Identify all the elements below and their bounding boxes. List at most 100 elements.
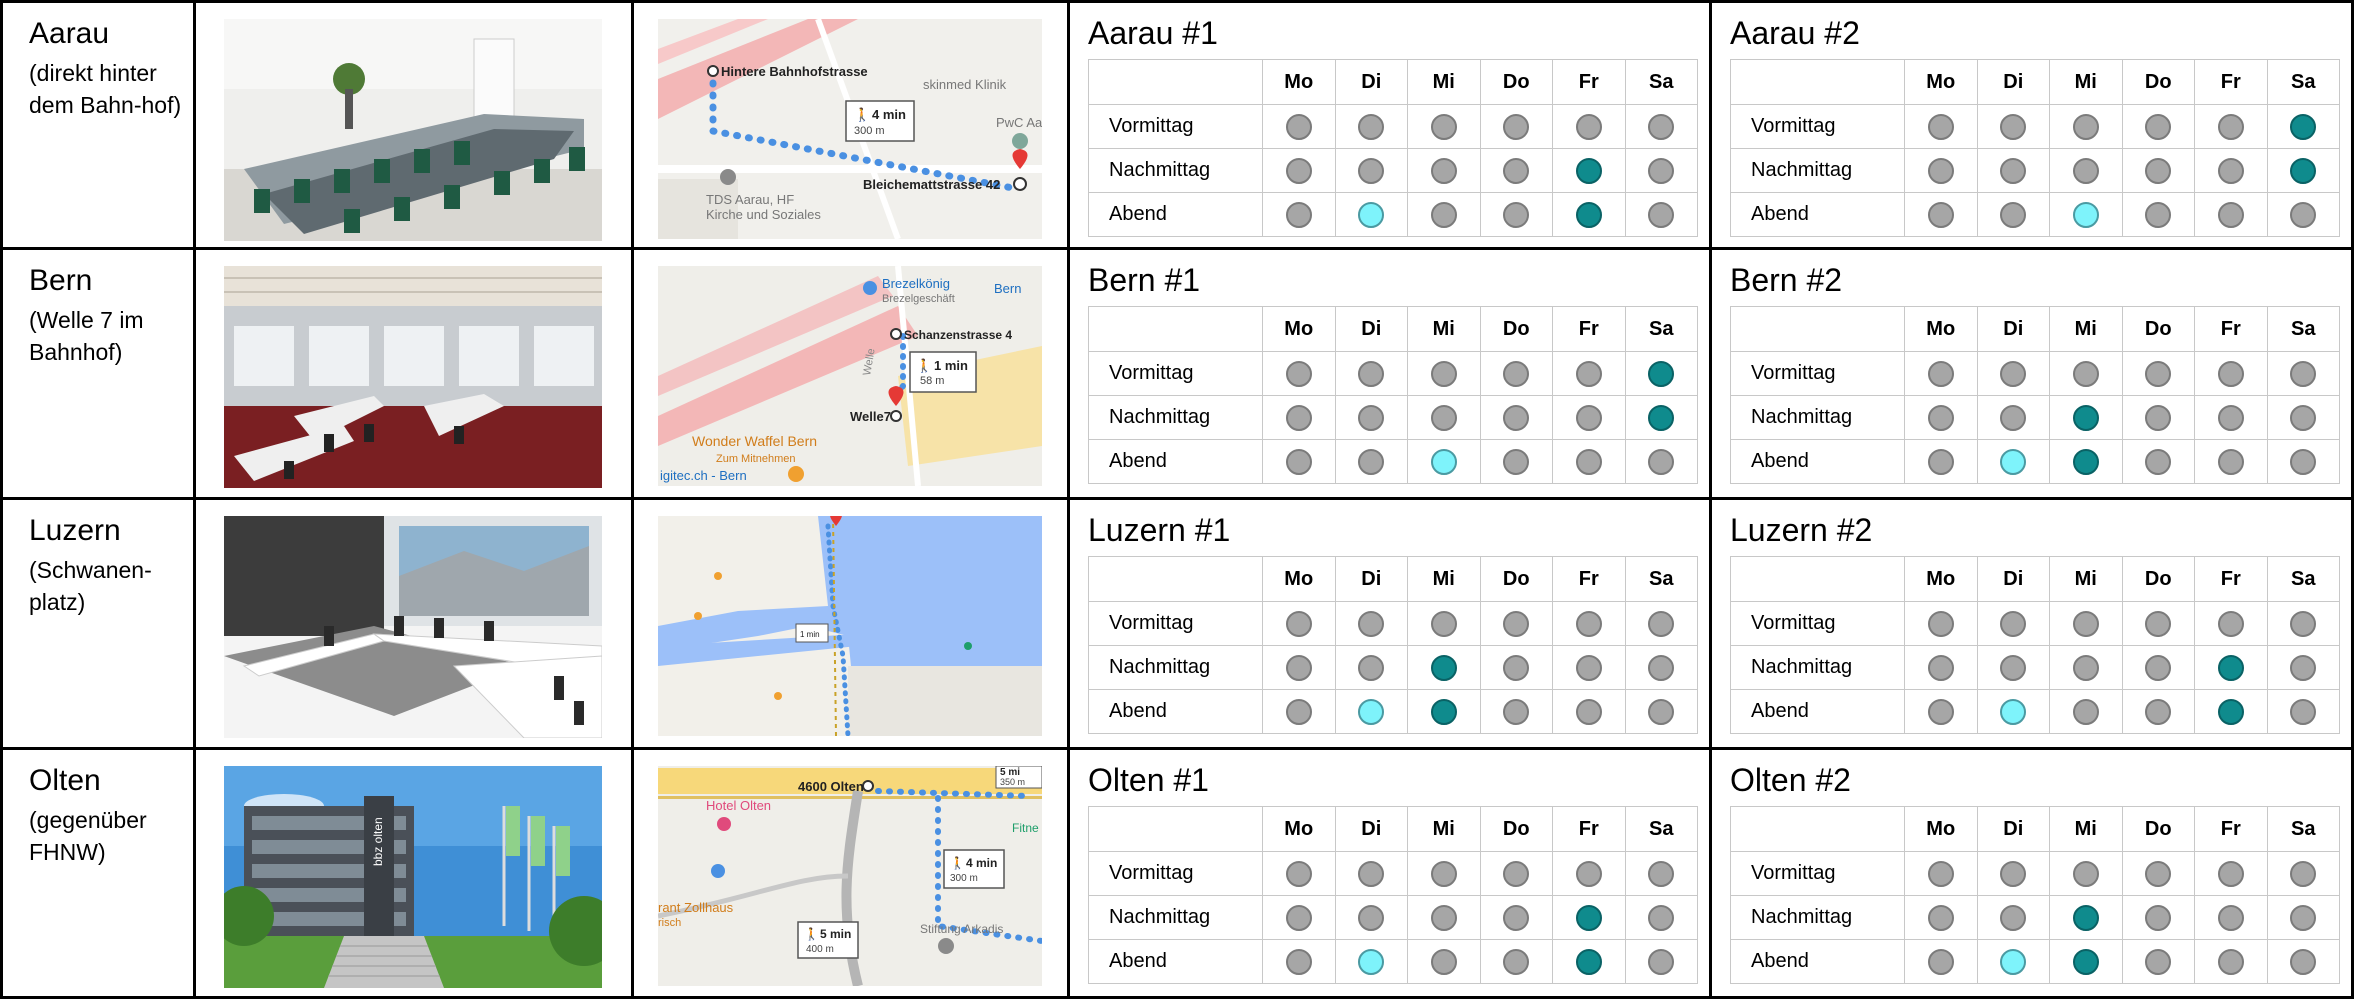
status-dot-grey[interactable]: [2290, 698, 2317, 725]
status-dot-grey[interactable]: [2217, 860, 2244, 887]
status-dot-grey[interactable]: [1503, 113, 1530, 140]
status-dot-grey[interactable]: [1648, 113, 1675, 140]
status-dot-grey[interactable]: [1648, 904, 1675, 931]
status-dot-grey[interactable]: [1927, 113, 1954, 140]
status-dot-grey[interactable]: [1648, 610, 1675, 637]
status-dot-light[interactable]: [1358, 201, 1385, 228]
status-dot-grey[interactable]: [2290, 360, 2317, 387]
status-dot-grey[interactable]: [2072, 698, 2099, 725]
status-dot-grey[interactable]: [2145, 448, 2172, 475]
status-dot-grey[interactable]: [1358, 404, 1385, 431]
status-dot-teal[interactable]: [1575, 904, 1602, 931]
status-dot-teal[interactable]: [1575, 201, 1602, 228]
status-dot-grey[interactable]: [1430, 860, 1457, 887]
status-dot-grey[interactable]: [1285, 904, 1312, 931]
status-dot-grey[interactable]: [2145, 610, 2172, 637]
status-dot-grey[interactable]: [1285, 610, 1312, 637]
status-dot-grey[interactable]: [1648, 654, 1675, 681]
status-dot-light[interactable]: [1358, 948, 1385, 975]
status-dot-teal[interactable]: [2072, 948, 2099, 975]
status-dot-grey[interactable]: [1648, 201, 1675, 228]
status-dot-light[interactable]: [1358, 698, 1385, 725]
status-dot-light[interactable]: [1430, 448, 1457, 475]
status-dot-grey[interactable]: [1503, 904, 1530, 931]
status-dot-grey[interactable]: [1503, 948, 1530, 975]
status-dot-grey[interactable]: [1575, 698, 1602, 725]
status-dot-grey[interactable]: [1285, 654, 1312, 681]
status-dot-grey[interactable]: [2145, 404, 2172, 431]
status-dot-grey[interactable]: [1285, 157, 1312, 184]
status-dot-grey[interactable]: [2217, 448, 2244, 475]
status-dot-grey[interactable]: [2072, 157, 2099, 184]
status-dot-grey[interactable]: [1648, 948, 1675, 975]
status-dot-grey[interactable]: [1927, 948, 1954, 975]
status-dot-teal[interactable]: [1430, 698, 1457, 725]
status-dot-grey[interactable]: [2145, 948, 2172, 975]
status-dot-grey[interactable]: [2000, 904, 2027, 931]
status-dot-grey[interactable]: [1575, 404, 1602, 431]
status-dot-teal[interactable]: [1575, 948, 1602, 975]
status-dot-grey[interactable]: [1575, 113, 1602, 140]
status-dot-grey[interactable]: [1927, 904, 1954, 931]
status-dot-grey[interactable]: [2290, 448, 2317, 475]
status-dot-grey[interactable]: [1503, 698, 1530, 725]
status-dot-grey[interactable]: [2000, 157, 2027, 184]
status-dot-light[interactable]: [2000, 948, 2027, 975]
status-dot-grey[interactable]: [1430, 360, 1457, 387]
status-dot-light[interactable]: [2000, 698, 2027, 725]
status-dot-teal[interactable]: [2072, 904, 2099, 931]
status-dot-grey[interactable]: [1358, 157, 1385, 184]
status-dot-grey[interactable]: [1430, 904, 1457, 931]
status-dot-grey[interactable]: [1430, 610, 1457, 637]
status-dot-grey[interactable]: [1927, 360, 1954, 387]
status-dot-grey[interactable]: [2145, 360, 2172, 387]
status-dot-grey[interactable]: [2217, 201, 2244, 228]
status-dot-grey[interactable]: [2145, 698, 2172, 725]
status-dot-grey[interactable]: [1927, 698, 1954, 725]
status-dot-grey[interactable]: [2072, 610, 2099, 637]
status-dot-grey[interactable]: [1503, 201, 1530, 228]
status-dot-grey[interactable]: [1503, 654, 1530, 681]
status-dot-grey[interactable]: [2072, 360, 2099, 387]
status-dot-grey[interactable]: [1927, 654, 1954, 681]
status-dot-teal[interactable]: [2290, 157, 2317, 184]
status-dot-grey[interactable]: [1285, 948, 1312, 975]
status-dot-grey[interactable]: [1575, 360, 1602, 387]
status-dot-grey[interactable]: [1927, 157, 1954, 184]
status-dot-grey[interactable]: [1430, 404, 1457, 431]
status-dot-grey[interactable]: [1503, 448, 1530, 475]
status-dot-grey[interactable]: [1358, 610, 1385, 637]
status-dot-grey[interactable]: [1648, 698, 1675, 725]
status-dot-grey[interactable]: [1575, 448, 1602, 475]
status-dot-grey[interactable]: [2290, 610, 2317, 637]
status-dot-grey[interactable]: [2290, 654, 2317, 681]
status-dot-grey[interactable]: [1927, 860, 1954, 887]
status-dot-teal[interactable]: [1575, 157, 1602, 184]
status-dot-grey[interactable]: [2290, 860, 2317, 887]
status-dot-grey[interactable]: [2290, 201, 2317, 228]
status-dot-grey[interactable]: [1648, 448, 1675, 475]
status-dot-grey[interactable]: [1358, 113, 1385, 140]
status-dot-grey[interactable]: [2290, 948, 2317, 975]
status-dot-grey[interactable]: [2000, 113, 2027, 140]
status-dot-grey[interactable]: [1430, 113, 1457, 140]
status-dot-grey[interactable]: [2145, 201, 2172, 228]
status-dot-light[interactable]: [2072, 201, 2099, 228]
status-dot-grey[interactable]: [1358, 904, 1385, 931]
status-dot-grey[interactable]: [2072, 860, 2099, 887]
status-dot-grey[interactable]: [1430, 157, 1457, 184]
status-dot-grey[interactable]: [1503, 404, 1530, 431]
status-dot-grey[interactable]: [1927, 404, 1954, 431]
status-dot-grey[interactable]: [2145, 860, 2172, 887]
status-dot-grey[interactable]: [2000, 610, 2027, 637]
status-dot-grey[interactable]: [1358, 360, 1385, 387]
status-dot-grey[interactable]: [1358, 860, 1385, 887]
status-dot-grey[interactable]: [2000, 654, 2027, 681]
status-dot-grey[interactable]: [2217, 404, 2244, 431]
status-dot-grey[interactable]: [1575, 610, 1602, 637]
status-dot-grey[interactable]: [1285, 698, 1312, 725]
status-dot-grey[interactable]: [1503, 157, 1530, 184]
status-dot-teal[interactable]: [1648, 404, 1675, 431]
status-dot-grey[interactable]: [1503, 610, 1530, 637]
status-dot-grey[interactable]: [1285, 860, 1312, 887]
